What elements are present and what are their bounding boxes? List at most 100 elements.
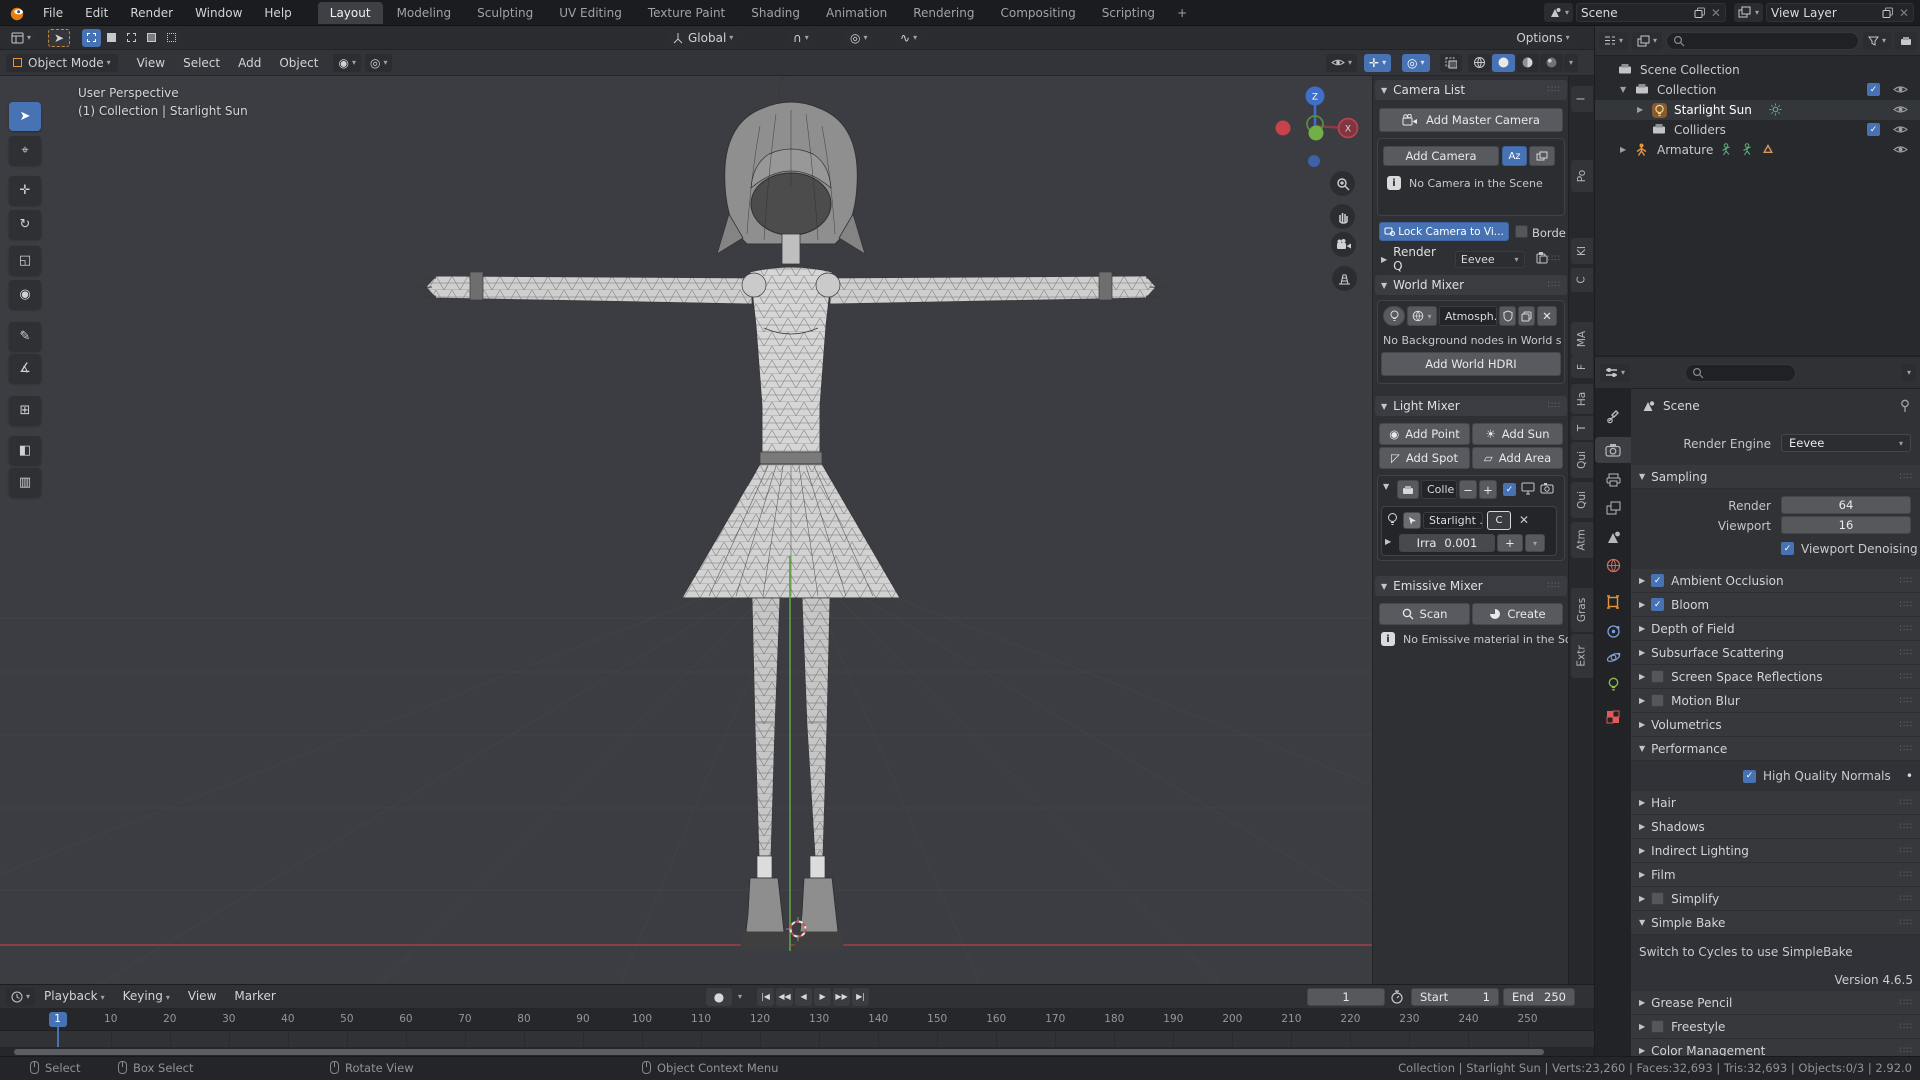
expander-right-icon[interactable]: ▶	[1639, 576, 1645, 585]
keying-set-dropdown[interactable]: ▾	[738, 992, 742, 1001]
workspace-tab-shading[interactable]: Shading	[739, 2, 812, 24]
expander-right-icon[interactable]: ▶	[1639, 998, 1645, 1007]
mode-selector[interactable]: Object Mode ▾	[6, 53, 118, 72]
properties-tab-render[interactable]	[1595, 437, 1631, 463]
section-grease-pencil[interactable]: ▶ Grease Pencil ∷∷	[1631, 991, 1920, 1015]
section-simplify[interactable]: ▶ Simplify ∷∷	[1631, 887, 1920, 911]
snapping-dropdown[interactable]: ◎ ▾	[364, 53, 393, 72]
collection-enable-checkbox[interactable]: ✓	[1503, 483, 1516, 496]
n-panel-tab-extr-12[interactable]: Extr	[1571, 634, 1593, 678]
timeline-menu-marker[interactable]: Marker	[225, 984, 284, 1010]
menu-file[interactable]: File	[32, 0, 74, 26]
high-quality-normals-checkbox[interactable]: ✓	[1743, 769, 1756, 783]
menu-view[interactable]: View	[128, 56, 174, 70]
select-mode-subtract-icon[interactable]	[122, 28, 142, 47]
expander-right-icon[interactable]: ▶	[1639, 648, 1645, 657]
filter-icon[interactable]: ▾	[1862, 31, 1891, 50]
border-checkbox[interactable]	[1515, 225, 1528, 238]
menu-window[interactable]: Window	[184, 0, 253, 26]
editor-type-button[interactable]: ▾	[1599, 31, 1629, 50]
tool-select-box[interactable]: ➤	[9, 102, 41, 131]
tool-cursor[interactable]: ⌖	[9, 136, 41, 165]
n-panel-tab-c-3[interactable]: C	[1571, 268, 1593, 292]
copy-icon[interactable]	[1518, 306, 1535, 326]
render-samples-slider[interactable]: 64	[1781, 496, 1911, 514]
section-performance[interactable]: ▼ Performance ∷∷	[1631, 737, 1920, 761]
menu-help[interactable]: Help	[253, 0, 302, 26]
next-keyframe-button[interactable]: ▶▶	[833, 987, 851, 1006]
new-collection-icon[interactable]	[1895, 31, 1917, 50]
expander-right-icon[interactable]: ▶	[1639, 600, 1645, 609]
collection-name-field[interactable]: Colle	[1421, 480, 1457, 499]
n-panel-tab-ha-6[interactable]: Ha	[1571, 384, 1593, 414]
add-point-button[interactable]: ◉ Add Point	[1379, 423, 1470, 445]
add-area-button[interactable]: ▱ Add Area	[1472, 447, 1563, 469]
expander-right-icon[interactable]: ▶	[1639, 624, 1645, 633]
properties-tab-data[interactable]	[1595, 671, 1631, 697]
expander-right-icon[interactable]: ▶	[1639, 870, 1645, 879]
viewport-denoising-checkbox[interactable]: ✓	[1781, 542, 1794, 555]
shading-solid-icon[interactable]	[1492, 53, 1515, 72]
copy-icon[interactable]	[1694, 7, 1706, 19]
shading-rendered-icon[interactable]	[1540, 53, 1563, 72]
properties-tab-texture[interactable]	[1595, 704, 1631, 730]
workspace-tab-scripting[interactable]: Scripting	[1090, 2, 1167, 24]
expander-down-icon[interactable]: ▼	[1639, 744, 1645, 753]
options-dropdown[interactable]: Options ▾	[1512, 28, 1574, 47]
object-visibility-dropdown[interactable]: ▾	[1326, 53, 1358, 72]
frame-start-field[interactable]: Start 1	[1411, 988, 1499, 1006]
sort-az-button[interactable]: Az	[1502, 146, 1527, 166]
current-frame-badge[interactable]: 1	[48, 1012, 67, 1027]
timeline-menu-playback[interactable]: Playback ▾	[35, 984, 114, 1010]
expander-right-icon[interactable]: ▶	[1637, 105, 1643, 114]
add-workspace-button[interactable]: +	[1169, 2, 1195, 24]
menu-edit[interactable]: Edit	[74, 0, 119, 26]
use-preview-range-icon[interactable]	[1390, 990, 1404, 1007]
n-panel-tab-i-0[interactable]: I	[1571, 86, 1593, 112]
properties-tab-scene[interactable]	[1595, 524, 1631, 550]
tool-move[interactable]: ✛	[9, 176, 41, 205]
remove-light-x-icon[interactable]: ✕	[1519, 513, 1529, 527]
add-world-hdri-button[interactable]: Add World HDRI	[1381, 352, 1561, 376]
light-c-button[interactable]: C	[1487, 511, 1511, 530]
n-panel-tab-atm-10[interactable]: Atm	[1571, 522, 1593, 558]
expander-right-icon[interactable]: ▶	[1639, 894, 1645, 903]
light-bulb-icon[interactable]	[1386, 512, 1399, 530]
light-row-expander[interactable]: ▶	[1385, 537, 1391, 546]
expander-right-icon[interactable]: ▶	[1620, 145, 1626, 154]
timeline-menu-view[interactable]: View	[179, 984, 225, 1010]
tool-rotate[interactable]: ↻	[9, 210, 41, 239]
n-panel-tab-gras-11[interactable]: Gras	[1571, 588, 1593, 632]
xray-toggle[interactable]	[1440, 53, 1462, 72]
shading-wireframe-icon[interactable]	[1468, 53, 1491, 72]
current-frame-field[interactable]: 1	[1307, 988, 1385, 1006]
section-simple-bake[interactable]: ▼ Simple Bake ∷∷	[1631, 911, 1920, 935]
proportional-edit-toggle[interactable]: ◎ ▾	[845, 28, 873, 47]
render-quality-dropdown[interactable]: Eevee ▾	[1454, 250, 1525, 268]
active-tool-button[interactable]: ➤	[48, 28, 71, 47]
collection-icon-button[interactable]	[1397, 480, 1419, 499]
outliner-row-collection[interactable]: ▼ Collection ✓	[1595, 80, 1920, 100]
properties-tab-output[interactable]	[1595, 467, 1631, 493]
render-display-icon[interactable]	[1540, 482, 1554, 497]
animate-dot[interactable]: •	[1906, 769, 1913, 783]
display-mode-button[interactable]: ▾	[1632, 31, 1663, 50]
add-master-camera-button[interactable]: Add Master Camera	[1379, 108, 1563, 132]
blender-logo-icon[interactable]	[8, 5, 26, 21]
light-add-button[interactable]: +	[1497, 534, 1523, 552]
expander-down-icon[interactable]: ▼	[1620, 85, 1626, 94]
tool-annotate[interactable]: ✎	[9, 322, 41, 351]
workspace-tab-uv-editing[interactable]: UV Editing	[547, 2, 634, 24]
eye-icon[interactable]	[1893, 144, 1908, 155]
camera-view-button[interactable]	[1331, 232, 1356, 257]
properties-tab-tool[interactable]	[1595, 403, 1631, 429]
workspace-tab-compositing[interactable]: Compositing	[988, 2, 1087, 24]
section-checkbox[interactable]: ✓	[1651, 598, 1665, 611]
remove-collection-button[interactable]: −	[1459, 480, 1477, 499]
editor-type-button[interactable]: ▾	[6, 28, 37, 47]
section-checkbox[interactable]	[1651, 670, 1665, 683]
eye-icon[interactable]	[1893, 84, 1908, 95]
expander-right-icon[interactable]: ▶	[1639, 672, 1645, 681]
select-mode-invert-icon[interactable]	[142, 28, 162, 47]
render-engine-dropdown[interactable]: Eevee ▾	[1781, 434, 1911, 452]
